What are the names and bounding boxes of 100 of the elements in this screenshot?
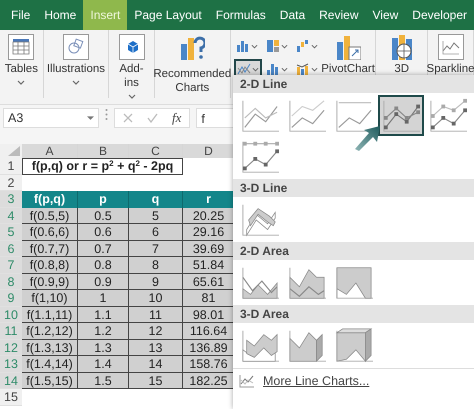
- table-cell: 20.25: [183, 208, 235, 224]
- ribbon-tab[interactable]: Data: [272, 0, 312, 30]
- title-cell: f(p,q) or r = p$^{2}$ + q$^{2}$ - 2pq: [22, 158, 183, 174]
- table-cell: 1.1: [78, 306, 129, 323]
- ribbon-tab[interactable]: Page Layout: [127, 0, 209, 30]
- table-cell: 9: [129, 274, 183, 290]
- table-cell: 10: [129, 290, 183, 306]
- table-cell: f(1.5,15): [22, 372, 78, 389]
- table-cell: 98.01: [183, 306, 235, 323]
- check-icon: [147, 113, 158, 123]
- column-header[interactable]: C: [129, 144, 183, 158]
- ribbon-button-label[interactable]: Sparkline: [426, 63, 474, 77]
- row-header[interactable]: 13: [0, 356, 22, 372]
- insert-function-button[interactable]: fx: [172, 108, 182, 128]
- combo-chart-icon: [296, 62, 310, 76]
- ribbon-button-label[interactable]: Recommended Charts: [153, 68, 232, 96]
- close-icon: [123, 113, 133, 123]
- section-header: 3-D Area: [233, 305, 474, 323]
- column-heading-cell: p: [78, 191, 129, 208]
- more-charts-link[interactable]: More Line Charts...: [263, 372, 370, 391]
- table-cell: 65.61: [183, 274, 235, 290]
- table-cell: 5: [129, 208, 183, 224]
- table-cell: 14: [129, 356, 183, 372]
- pivot-chart-icon: [335, 34, 362, 60]
- chart-option-button[interactable]: [378, 95, 424, 136]
- table-cell: 1.5: [78, 372, 129, 389]
- ribbon-tab[interactable]: Developer: [405, 0, 474, 30]
- table-cell: 182.25: [183, 372, 235, 389]
- line-chart-icon: [239, 374, 255, 388]
- ribbon-button-label[interactable]: Tables: [4, 63, 38, 77]
- waterfall-chart-icon: [296, 39, 310, 53]
- row-header[interactable]: 5: [0, 224, 22, 240]
- table-cell: 81: [183, 290, 235, 306]
- table-cell: 158.76: [183, 356, 235, 372]
- ribbon-tab[interactable]: Review: [312, 0, 366, 30]
- table-cell: 12: [129, 323, 183, 340]
- row-header[interactable]: 9: [0, 290, 22, 306]
- table-cell: f(1.2,12): [22, 323, 78, 340]
- table-cell: f(1.4,14): [22, 356, 78, 372]
- row-header[interactable]: 15: [0, 389, 22, 406]
- more-icon: [105, 108, 108, 121]
- table-cell: 39.69: [183, 240, 235, 257]
- ribbon-button-label[interactable]: 3D: [394, 63, 410, 77]
- chart-question-icon: [179, 34, 206, 60]
- table-cell: 0.9: [78, 274, 129, 290]
- table-cell: 0.6: [78, 224, 129, 240]
- ribbon-tab[interactable]: File: [4, 0, 38, 30]
- column-header[interactable]: B: [78, 144, 129, 158]
- cube-icon: [118, 34, 144, 60]
- pointer-arrow-icon: [355, 125, 381, 151]
- table-cell: f(0.6,6): [22, 224, 78, 240]
- table-cell: 0.8: [78, 257, 129, 274]
- row-header[interactable]: 14: [0, 372, 22, 389]
- row-header[interactable]: 8: [0, 274, 22, 290]
- ribbon-button-label[interactable]: Add-ins: [116, 63, 146, 91]
- caret-icon: [252, 66, 259, 72]
- table-cell: 0.5: [78, 208, 129, 224]
- table-cell: 0.7: [78, 240, 129, 257]
- column-heading-cell: f(p,q): [22, 191, 78, 208]
- table-cell: 6: [129, 224, 183, 240]
- table-cell: 29.16: [183, 224, 235, 240]
- table-cell: 1.3: [78, 340, 129, 356]
- table-icon: [8, 34, 34, 60]
- caret-icon: [310, 66, 318, 72]
- row-header[interactable]: 7: [0, 257, 22, 274]
- table-cell: 51.84: [183, 257, 235, 274]
- column-heading-cell: q: [129, 191, 183, 208]
- caret-icon: [250, 44, 258, 48]
- treemap-icon: [266, 39, 280, 53]
- table-cell: f(0.7,7): [22, 240, 78, 257]
- ribbon-button-label[interactable]: Illustrations: [46, 63, 105, 77]
- table-cell: 1.2: [78, 323, 129, 340]
- row-header[interactable]: 6: [0, 240, 22, 257]
- table-cell: f(1.3,13): [22, 340, 78, 356]
- table-cell: f(0.5,5): [22, 208, 78, 224]
- chart-thumbnail-icon: [333, 326, 375, 364]
- name-box[interactable]: A3: [3, 108, 99, 128]
- table-cell: 1.4: [78, 356, 129, 372]
- ribbon-tab[interactable]: Formulas: [208, 0, 273, 30]
- table-cell: f(1,10): [22, 290, 78, 306]
- section-header: 2-D Line: [233, 75, 474, 93]
- caret-icon: [310, 44, 318, 48]
- ribbon-button-label[interactable]: PivotChart: [321, 63, 375, 77]
- column-header[interactable]: D: [183, 144, 235, 158]
- row-header[interactable]: 2: [0, 174, 22, 191]
- caret-icon: [87, 116, 94, 120]
- row-header[interactable]: 10: [0, 306, 22, 323]
- row-header[interactable]: 3: [0, 191, 22, 208]
- line-chart-icon: [236, 62, 251, 76]
- table-cell: 7: [129, 240, 183, 257]
- row-header[interactable]: 1: [0, 158, 22, 174]
- table-cell: f(1.1,11): [22, 306, 78, 323]
- ribbon-tab[interactable]: View: [366, 0, 406, 30]
- table-cell: 11: [129, 306, 183, 323]
- row-header[interactable]: 4: [0, 208, 22, 224]
- column-header[interactable]: A: [22, 144, 78, 158]
- table-cell: 136.89: [183, 340, 235, 356]
- row-header[interactable]: 11: [0, 323, 22, 340]
- row-header[interactable]: 12: [0, 340, 22, 356]
- ribbon-tab[interactable]: Home: [37, 0, 84, 30]
